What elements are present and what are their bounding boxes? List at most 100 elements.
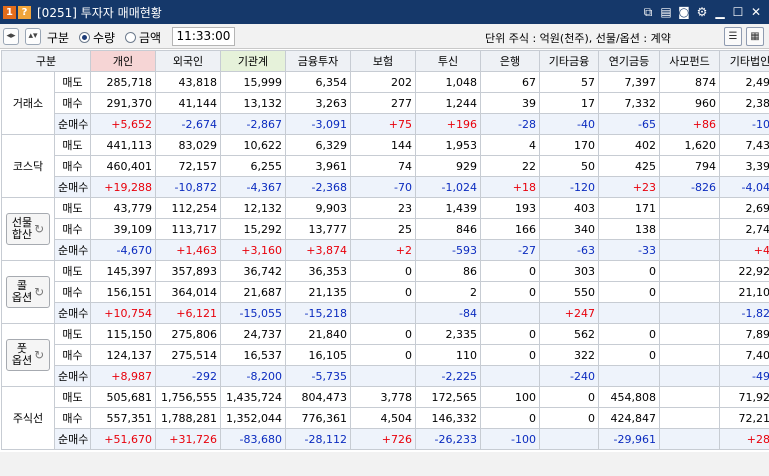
col-header-individual[interactable]: 개인 [90, 50, 156, 72]
row-label: 순매수 [54, 302, 91, 324]
table-cell: 13,777 [285, 218, 351, 240]
window-title: [0251] 투자자 매매현황 [37, 5, 162, 20]
table-cell: 0 [350, 344, 416, 366]
chevron-left-right-icon[interactable]: ◂▸ [3, 28, 19, 45]
window-controls: ⧉ ▤ ◙ ⚙ ▁ ☐ ✕ [641, 0, 763, 24]
table-cell: 1,352,044 [220, 407, 286, 429]
toolbar: ◂▸ ▴▾ 구분 수량 금액 11:33:00 단위 주식 : 억원(천주), … [0, 24, 769, 49]
help-icon[interactable]: ? [18, 5, 31, 19]
table-row: 코스닥 매도 441,113 83,029 10,622 6,329 144 1,953 4 17… [1, 134, 769, 198]
col-header-other-finance[interactable]: 기타금융 [539, 50, 599, 72]
table-cell: 156,151 [90, 281, 156, 303]
table-cell: 7,397 [598, 71, 660, 93]
col-header-foreign[interactable]: 외국인 [155, 50, 221, 72]
table-cell: +3,874 [285, 239, 351, 261]
table-cell: -10,872 [155, 176, 221, 198]
table-cell: 0 [480, 323, 540, 345]
table-cell: 21,135 [285, 281, 351, 303]
link-icon[interactable]: ⧉ [641, 5, 655, 19]
col-header-institution[interactable]: 기관계 [220, 50, 286, 72]
table-cell: 57 [539, 71, 599, 93]
table-row: 순매수 +5,652 -2,674 -2,867 -3,091 +75 +196 -28 -40… [2, 113, 769, 135]
table-row: 매수 124,137 275,514 16,537 16,105 0 110 0 322 0 7,4… [2, 344, 769, 366]
group-label[interactable]: 풋 옵션 ↻ [1, 323, 55, 387]
chevron-up-down-icon[interactable]: ▴▾ [25, 28, 41, 45]
group-label: 코스닥 [1, 134, 55, 198]
quantity-radio[interactable]: 수량 [79, 29, 115, 46]
table-cell: 9,903 [285, 197, 351, 219]
table-cell: 0 [539, 407, 599, 429]
col-header-pension[interactable]: 연기금등 [598, 50, 660, 72]
group-toggle-button[interactable]: 콜 옵션 ↻ [6, 276, 50, 308]
col-header-insurance[interactable]: 보험 [350, 50, 416, 72]
table-cell: -70 [350, 176, 416, 198]
table-cell: 193 [480, 197, 540, 219]
col-header-trust[interactable]: 투신 [415, 50, 481, 72]
group-label[interactable]: 콜 옵션 ↻ [1, 260, 55, 324]
table-cell: 7,436 [719, 134, 769, 156]
table-cell: 138 [598, 218, 660, 240]
header-row: 구분 개인 외국인 기관계 금융투자 보험 투신 은행 기타금융 연기금등 사모… [1, 50, 769, 72]
table-cell: 110 [415, 344, 481, 366]
radio-unselected-icon [125, 32, 136, 43]
group-toggle-button[interactable]: 풋 옵션 ↻ [6, 339, 50, 371]
group-button-label: 콜 옵션 [12, 280, 32, 304]
group-label[interactable]: 선물 합산 ↻ [1, 197, 55, 261]
table-cell: 83,029 [155, 134, 221, 156]
table-cell: 124,137 [90, 344, 156, 366]
gear-icon[interactable]: ⚙ [695, 5, 709, 19]
camera-icon[interactable]: ◙ [677, 5, 691, 19]
table-cell: -63 [539, 239, 599, 261]
table-cell: 13,132 [220, 92, 286, 114]
table-cell: 36,353 [285, 260, 351, 282]
table-cell: -292 [155, 365, 221, 387]
time-input[interactable]: 11:33:00 [172, 27, 235, 46]
table-cell: 340 [539, 218, 599, 240]
table-cell: 322 [539, 344, 599, 366]
close-icon[interactable]: ✕ [749, 5, 763, 19]
table-cell [659, 386, 720, 408]
table-cell: -4,044 [719, 176, 769, 198]
col-header-other-corp[interactable]: 기타법인 [719, 50, 769, 72]
table-row: 매수 39,109 113,717 15,292 13,777 25 846 166 340 13… [2, 218, 769, 240]
table-cell [659, 344, 720, 366]
group-toggle-button[interactable]: 선물 합산 ↻ [6, 213, 50, 245]
excel-icon[interactable]: ▦ [746, 27, 764, 46]
list-icon[interactable]: ☰ [724, 27, 742, 46]
row-label: 매수 [54, 92, 91, 114]
col-header-private-fund[interactable]: 사모펀드 [659, 50, 720, 72]
table-cell: 170 [539, 134, 599, 156]
window-number-badge[interactable]: 1 [3, 5, 16, 19]
investor-trading-table: 구분 개인 외국인 기관계 금융투자 보험 투신 은행 기타금융 연기금등 사모… [1, 50, 769, 450]
table-cell: -27 [480, 239, 540, 261]
table-row: 순매수 +51,670 +31,726 -83,680 -28,112 +726 -26,2… [2, 428, 769, 450]
table-cell: 2,695 [719, 197, 769, 219]
table-cell: -593 [415, 239, 481, 261]
table-cell: 39,109 [90, 218, 156, 240]
table-cell: -33 [598, 239, 660, 261]
table-cell: 166 [480, 218, 540, 240]
minimize-icon[interactable]: ▁ [713, 5, 727, 19]
table-cell: 17 [539, 92, 599, 114]
table-cell: +31,726 [155, 428, 221, 450]
maximize-icon[interactable]: ☐ [731, 5, 745, 19]
table-cell: 1,620 [659, 134, 720, 156]
table-cell: 72,157 [155, 155, 221, 177]
table-cell: 3,392 [719, 155, 769, 177]
col-header-financial-investment[interactable]: 금융투자 [285, 50, 351, 72]
row-label: 매도 [54, 134, 91, 156]
row-label: 순매수 [54, 428, 91, 450]
table-row: 매수 557,351 1,788,281 1,352,044 776,361 4,504 1… [2, 407, 769, 429]
table-row: 선물 합산 ↻ 매도 43,779 112,254 12,132 9,903 23 1,439 19… [1, 197, 769, 261]
table-row: 풋 옵션 ↻ 매도 115,150 275,806 24,737 21,840 0 2,335 0 5… [1, 323, 769, 387]
table-cell: +47 [719, 239, 769, 261]
row-label: 순매수 [54, 365, 91, 387]
col-header-bank[interactable]: 은행 [480, 50, 540, 72]
table-cell [659, 365, 720, 387]
clipboard-icon[interactable]: ▤ [659, 5, 673, 19]
table-cell: 112,254 [155, 197, 221, 219]
row-label: 매도 [54, 323, 91, 345]
group-label: 주식선 [1, 386, 55, 450]
amount-radio[interactable]: 금액 [125, 29, 161, 46]
table-cell: 0 [480, 260, 540, 282]
